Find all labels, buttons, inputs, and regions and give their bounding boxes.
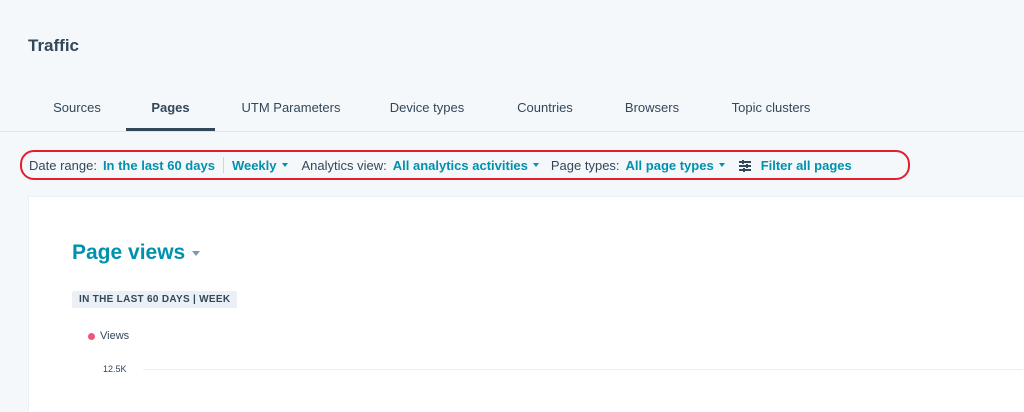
chevron-down-icon [192, 250, 201, 256]
tab-browsers[interactable]: Browsers [603, 90, 701, 131]
date-range-value: In the last 60 days [102, 157, 215, 173]
y-axis-tick-label: 12.5K [103, 364, 127, 374]
chevron-down-icon [718, 163, 725, 167]
page-types-label: Page types: [550, 157, 620, 173]
analytics-view-dropdown[interactable]: All analytics activities [393, 158, 539, 173]
date-range-dropdown[interactable]: In the last 60 days [103, 158, 215, 173]
filter-all-pages-button[interactable]: Filter all pages [761, 158, 852, 173]
filter-divider [222, 157, 224, 173]
frequency-value: Weekly [231, 157, 277, 173]
date-range-label: Date range: [29, 157, 97, 173]
filter-bar: Date range: In the last 60 days Weekly A… [20, 150, 910, 180]
analytics-view-label: Analytics view: [301, 157, 387, 173]
tab-countries[interactable]: Countries [487, 90, 603, 131]
chart-legend: Views [88, 330, 129, 342]
page-title: Traffic [28, 36, 80, 55]
tab-topic-clusters[interactable]: Topic clusters [701, 90, 841, 131]
analytics-view-value: All analytics activities [392, 157, 528, 173]
report-title: Page views [72, 241, 186, 264]
tab-utm-parameters[interactable]: UTM Parameters [215, 90, 367, 131]
page-views-report-card: Page views IN THE LAST 60 DAYS | WEEK Vi… [28, 196, 1024, 412]
report-title-dropdown[interactable]: Page views [72, 241, 201, 265]
tab-device-types[interactable]: Device types [367, 90, 487, 131]
legend-label: Views [100, 330, 130, 342]
tab-pages[interactable]: Pages [126, 90, 215, 131]
page-types-value: All page types [625, 157, 714, 173]
frequency-dropdown[interactable]: Weekly [232, 158, 288, 173]
traffic-page: Traffic Sources Pages UTM Parameters Dev… [0, 0, 1024, 412]
legend-dot-icon [88, 332, 95, 340]
date-range-badge: IN THE LAST 60 DAYS | WEEK [72, 291, 238, 308]
sliders-icon [738, 160, 751, 172]
chevron-down-icon [281, 163, 288, 167]
chevron-down-icon [532, 163, 539, 167]
tab-sources[interactable]: Sources [28, 90, 126, 131]
tab-bar: Sources Pages UTM Parameters Device type… [0, 90, 1024, 132]
page-types-dropdown[interactable]: All page types [626, 158, 725, 173]
chart-gridline [143, 369, 1023, 370]
